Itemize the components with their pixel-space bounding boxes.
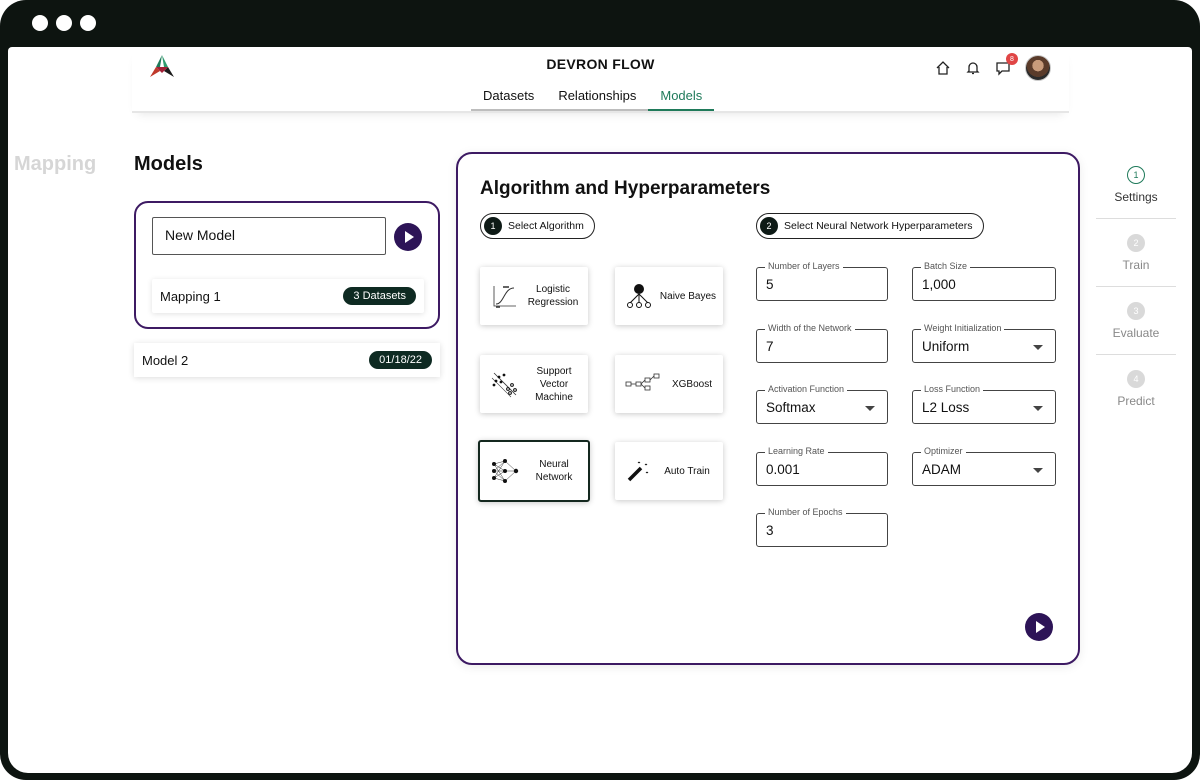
magic-wand-icon — [627, 461, 649, 482]
field-label: Loss Function — [921, 384, 984, 394]
bell-icon[interactable] — [965, 60, 981, 76]
weight-initialization-select[interactable]: Weight Initialization Uniform — [912, 323, 1056, 363]
algorithm-hyperparameters-panel: Algorithm and Hyperparameters 1 Select A… — [456, 152, 1080, 665]
field-label: Weight Initialization — [921, 323, 1005, 333]
svm-icon — [491, 372, 517, 398]
step-number: 2 — [760, 217, 778, 235]
step-number: 1 — [1127, 165, 1145, 184]
algo-label: Naive Bayes — [659, 290, 717, 302]
header-actions: 8 — [935, 53, 1051, 81]
algo-logistic-regression[interactable]: Logistic Regression — [480, 267, 588, 325]
field-value: 1,000 — [922, 277, 956, 292]
app-title: DEVRON FLOW — [546, 56, 655, 72]
mapping-ghost-title: Mapping — [14, 153, 97, 175]
field-value: 7 — [766, 339, 774, 354]
algo-label: Neural Network — [535, 459, 573, 483]
notification-count-badge: 8 — [1006, 53, 1018, 65]
main-nav: Datasets Relationships Models — [471, 84, 715, 111]
activation-function-select[interactable]: Activation Function Softmax — [756, 384, 888, 424]
field-label: Number of Epochs — [765, 507, 846, 517]
field-label: Width of the Network — [765, 323, 855, 333]
create-model-play-button[interactable] — [394, 223, 422, 251]
network-width-field[interactable]: Width of the Network 7 — [756, 323, 888, 363]
learning-rate-field[interactable]: Learning Rate 0.001 — [756, 446, 888, 486]
datasets-count-badge: 3 Datasets — [343, 287, 416, 305]
algo-label: Auto Train — [664, 465, 710, 477]
mapping-name: Mapping 1 — [160, 288, 221, 304]
window-dot-maximize[interactable] — [80, 15, 96, 31]
field-label: Optimizer — [921, 446, 966, 456]
step-label: Settings — [1114, 189, 1158, 204]
step-label: Train — [1122, 257, 1150, 272]
algo-auto-train[interactable]: Auto Train — [615, 442, 723, 500]
number-of-layers-field[interactable]: Number of Layers 5 — [756, 261, 888, 301]
next-step-play-button[interactable] — [1025, 613, 1053, 641]
workflow-steps: 1 Settings 2 Train 3 Evaluate 4 Predict — [1096, 151, 1176, 423]
chat-icon[interactable]: 8 — [995, 53, 1018, 76]
field-value: Softmax — [766, 400, 816, 415]
field-value: 5 — [766, 277, 774, 292]
algo-label: Logistic Regression — [527, 284, 579, 308]
loss-function-select[interactable]: Loss Function L2 Loss — [912, 384, 1056, 424]
step-number: 3 — [1127, 301, 1145, 320]
step-label: Evaluate — [1112, 325, 1160, 340]
new-model-card: New Model Mapping 1 3 Datasets — [134, 201, 440, 329]
algo-label: Support Vector Machine — [535, 365, 573, 403]
logistic-regression-icon — [493, 286, 516, 308]
step-evaluate[interactable]: 3 Evaluate — [1096, 287, 1176, 355]
step-predict[interactable]: 4 Predict — [1096, 355, 1176, 423]
xgboost-icon — [625, 373, 660, 391]
step-label: Select Algorithm — [508, 220, 584, 232]
step-label: Select Neural Network Hyperparameters — [784, 220, 973, 232]
step-train[interactable]: 2 Train — [1096, 219, 1176, 287]
optimizer-select[interactable]: Optimizer ADAM — [912, 446, 1056, 486]
model-name: Model 2 — [142, 352, 189, 368]
algo-label: XGBoost — [671, 378, 713, 390]
step-settings[interactable]: 1 Settings — [1096, 151, 1176, 219]
field-value: L2 Loss — [922, 400, 970, 415]
number-of-epochs-field[interactable]: Number of Epochs 3 — [756, 507, 888, 547]
field-value: Uniform — [922, 339, 970, 354]
window-controls — [32, 15, 96, 31]
app-screen: DEVRON FLOW 8 Datasets Relationships Mod… — [8, 47, 1192, 773]
model-list-item[interactable]: Model 2 01/18/22 — [134, 343, 440, 377]
field-label: Number of Layers — [765, 261, 843, 271]
window-dot-close[interactable] — [32, 15, 48, 31]
tab-models[interactable]: Models — [648, 84, 715, 111]
neural-network-icon — [492, 459, 519, 483]
field-value: 0.001 — [766, 462, 800, 477]
algo-neural-network[interactable]: Neural Network — [478, 440, 590, 502]
algo-naive-bayes[interactable]: Naive Bayes — [615, 267, 723, 325]
algo-xgboost[interactable]: XGBoost — [615, 355, 723, 413]
user-avatar[interactable] — [1025, 55, 1051, 81]
field-label: Activation Function — [765, 384, 848, 394]
step-select-algorithm: 1 Select Algorithm — [480, 213, 595, 239]
tab-relationships[interactable]: Relationships — [546, 84, 649, 111]
tab-datasets[interactable]: Datasets — [471, 84, 547, 111]
browser-window-frame: DEVRON FLOW 8 Datasets Relationships Mod… — [0, 0, 1200, 780]
field-label: Batch Size — [921, 261, 971, 271]
page-title: Models — [134, 153, 203, 175]
panel-title: Algorithm and Hyperparameters — [480, 178, 771, 199]
step-number: 2 — [1127, 233, 1145, 252]
algo-support-vector-machine[interactable]: Support Vector Machine — [480, 355, 588, 413]
model-name-input[interactable]: New Model — [152, 217, 386, 255]
naive-bayes-icon — [627, 284, 651, 308]
batch-size-field[interactable]: Batch Size 1,000 — [912, 261, 1056, 301]
home-icon[interactable] — [935, 60, 951, 76]
field-value: ADAM — [922, 462, 962, 477]
field-value: 3 — [766, 523, 774, 538]
step-number: 1 — [484, 217, 502, 235]
step-select-hyperparameters: 2 Select Neural Network Hyperparameters — [756, 213, 984, 239]
step-number: 4 — [1127, 370, 1145, 388]
field-label: Learning Rate — [765, 446, 828, 456]
window-dot-minimize[interactable] — [56, 15, 72, 31]
step-label: Predict — [1117, 394, 1155, 408]
model-date-badge: 01/18/22 — [369, 351, 432, 369]
mapping-list-item[interactable]: Mapping 1 3 Datasets — [152, 279, 424, 313]
app-header: DEVRON FLOW 8 Datasets Relationships Mod… — [132, 47, 1069, 113]
